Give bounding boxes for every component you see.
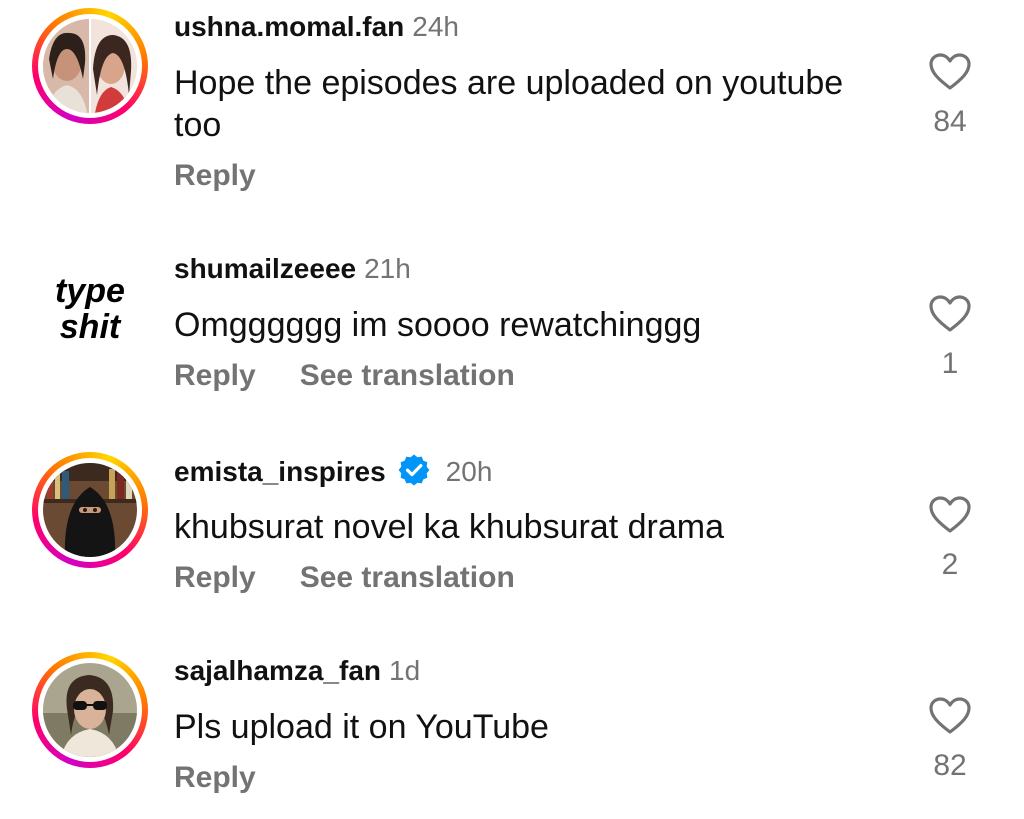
comment-text: Hope the episodes are uploaded on youtub… (174, 64, 844, 144)
comment-header: shumailzeeee 21h (174, 252, 411, 286)
comment-text: Pls upload it on YouTube (174, 708, 549, 746)
avatar[interactable] (32, 652, 148, 768)
comment-header: ushna.momal.fan 24h (174, 10, 459, 44)
avatar[interactable] (32, 8, 148, 124)
comment-actions: Reply See translation (174, 560, 515, 596)
avatar-text-line1: type (55, 272, 125, 310)
like-count: 1 (941, 347, 959, 380)
reply-button[interactable]: Reply (174, 159, 256, 192)
reply-button[interactable]: Reply (174, 561, 256, 594)
comment-username[interactable]: sajalhamza_fan (174, 655, 381, 686)
see-translation-button[interactable]: See translation (300, 561, 515, 594)
comment-username[interactable]: shumailzeeee (174, 253, 356, 284)
comment-actions: Reply (174, 760, 256, 796)
comment-text: khubsurat novel ka khubsurat drama (174, 508, 724, 546)
avatar-text-line2: shit (60, 308, 122, 346)
comment-username[interactable]: emista_inspires (174, 456, 386, 487)
comment-time: 24h (412, 11, 459, 42)
verified-badge-icon (398, 454, 430, 486)
like-count: 2 (941, 548, 959, 581)
reply-button[interactable]: Reply (174, 359, 256, 392)
comment-actions: Reply (174, 158, 256, 194)
see-translation-button[interactable]: See translation (300, 359, 515, 392)
comment-time: 20h (445, 456, 493, 487)
comment-header: sajalhamza_fan 1d (174, 654, 420, 688)
like-count: 84 (933, 105, 967, 138)
comment-time: 21h (364, 253, 411, 284)
comment-actions: Reply See translation (174, 358, 515, 394)
comment-username[interactable]: ushna.momal.fan (174, 11, 404, 42)
avatar[interactable]: type shit (32, 252, 148, 368)
heart-outline-icon[interactable] (928, 52, 972, 92)
comment-header: emista_inspires 20h (174, 454, 492, 489)
like-count: 82 (933, 749, 967, 782)
comment-text: Omgggggg im soooo rewatchinggg (174, 306, 702, 344)
avatar[interactable] (32, 452, 148, 568)
comment-time: 1d (389, 655, 421, 686)
heart-outline-icon[interactable] (928, 495, 972, 535)
heart-outline-icon[interactable] (928, 696, 972, 736)
heart-outline-icon[interactable] (928, 294, 972, 334)
reply-button[interactable]: Reply (174, 761, 256, 794)
